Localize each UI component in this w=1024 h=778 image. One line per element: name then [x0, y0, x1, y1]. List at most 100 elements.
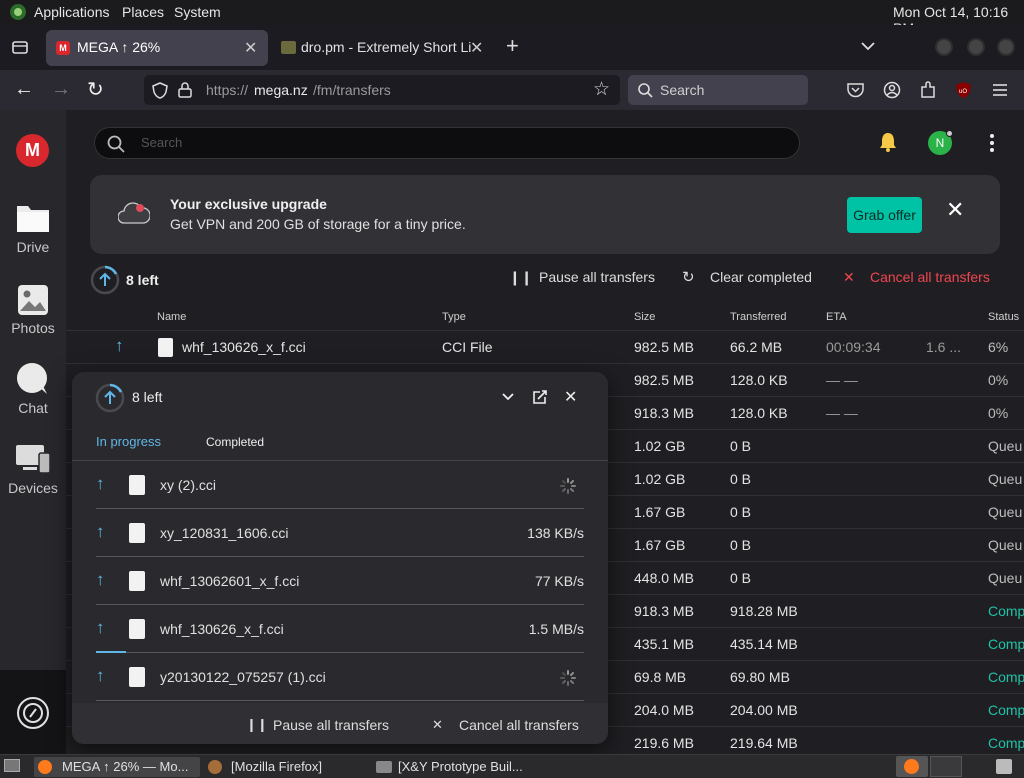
file-icon [129, 571, 145, 591]
tab-overview-icon[interactable] [11, 38, 29, 56]
avatar-initial: N [935, 136, 945, 150]
ublock-origin-icon[interactable]: uO [955, 81, 972, 99]
row-status: Comp [988, 702, 1024, 718]
open-transfers-page-icon[interactable] [532, 389, 548, 405]
file-icon [129, 523, 145, 543]
firefox-icon [208, 760, 222, 774]
upload-arrow-icon: ↑ [96, 474, 105, 493]
column-header-status[interactable]: Status [988, 311, 1019, 323]
grab-offer-button[interactable]: Grab offer [847, 197, 922, 233]
trash-icon[interactable] [996, 759, 1012, 774]
close-tab-icon[interactable]: ✕ [470, 38, 483, 58]
panel-transfer-item[interactable]: ↑ y20130122_075257 (1).cci [96, 653, 584, 701]
row-status: Queu [988, 438, 1023, 454]
shield-icon[interactable] [152, 82, 168, 99]
mega-search-placeholder: Search [141, 135, 183, 150]
sidebar-item-photos[interactable]: Photos [0, 284, 66, 344]
panel-transfer-item[interactable]: ↑ whf_130626_x_f.cci 1.5 MB/s [96, 605, 584, 653]
pause-all-label: Pause all transfers [539, 269, 655, 285]
lock-icon[interactable] [178, 82, 192, 98]
transfer-widget-button[interactable] [0, 670, 66, 754]
tab-mega[interactable]: M MEGA ↑ 26% ✕ [46, 30, 268, 66]
taskbar-item-folder[interactable]: [X&Y Prototype Buil... [372, 757, 542, 777]
panel-transfer-item[interactable]: ↑ xy (2).cci [96, 461, 584, 509]
forward-arrow-icon[interactable]: → [51, 78, 71, 101]
close-banner-icon[interactable]: ✕ [946, 197, 964, 223]
close-window-icon[interactable] [997, 38, 1015, 56]
taskbar-label: [Mozilla Firefox] [231, 759, 323, 774]
pocket-icon[interactable] [847, 82, 864, 98]
maximize-window-icon[interactable] [967, 38, 985, 56]
row-transferred: 204.00 MB [730, 702, 798, 718]
row-transferred: 69.80 MB [730, 669, 790, 685]
url-domain: mega.nz [254, 82, 308, 98]
sidebar-item-devices[interactable]: Devices [0, 443, 66, 503]
table-row[interactable]: ↑ whf_130626_x_f.cci CCI File 1.6 ... 982.5 … [66, 330, 1024, 363]
close-tab-icon[interactable]: ✕ [244, 38, 257, 58]
minimize-window-icon[interactable] [935, 38, 953, 56]
sidebar-item-drive[interactable]: Drive [0, 203, 66, 263]
panel-item-speed: 1.5 MB/s [528, 621, 584, 637]
column-header-name[interactable]: Name [157, 311, 186, 323]
loading-spinner-icon [560, 670, 576, 686]
mega-search-input[interactable]: Search [94, 127, 800, 159]
url-bar[interactable]: https:// mega.nz /fm/transfers ☆ [144, 75, 620, 105]
extensions-icon[interactable] [919, 81, 937, 99]
bottom-taskbar: MEGA ↑ 26% — Mo... [Mozilla Firefox] [X&… [0, 754, 1024, 778]
panel-item-filename: xy (2).cci [160, 477, 216, 493]
panel-item-speed: 138 KB/s [527, 525, 584, 541]
upload-arrow-icon: ↑ [96, 666, 105, 685]
file-icon [129, 619, 145, 639]
row-size: 435.1 MB [634, 636, 694, 652]
row-transferred: 435.14 MB [730, 636, 798, 652]
vpn-cloud-icon [118, 202, 150, 224]
row-transferred: 128.0 KB [730, 372, 788, 388]
workspace-2[interactable] [930, 756, 962, 777]
account-icon[interactable] [883, 81, 901, 99]
firefox-icon [38, 760, 52, 774]
reload-icon[interactable]: ↻ [87, 77, 104, 102]
taskbar-item-mega[interactable]: MEGA ↑ 26% — Mo... [34, 757, 200, 777]
hamburger-menu-icon[interactable] [992, 83, 1008, 97]
column-header-type[interactable]: Type [442, 311, 466, 323]
close-panel-icon[interactable]: ✕ [564, 387, 577, 407]
list-all-tabs-chevron-icon[interactable] [860, 41, 876, 51]
column-header-size[interactable]: Size [634, 311, 655, 323]
url-prefix: https:// [206, 82, 249, 98]
notification-bell-icon[interactable] [877, 131, 899, 153]
system-menu[interactable]: System [174, 4, 221, 20]
row-status: Comp [988, 603, 1024, 619]
new-tab-icon[interactable]: + [506, 33, 519, 59]
mega-favicon-icon: M [56, 41, 70, 55]
more-vertical-icon[interactable] [988, 133, 996, 153]
bookmark-star-icon[interactable]: ☆ [593, 78, 610, 101]
row-type: CCI File [442, 339, 493, 355]
firefox-icon [904, 759, 919, 774]
online-status-dot [946, 130, 953, 137]
gnome-foot-icon[interactable] [9, 3, 27, 21]
back-arrow-icon[interactable]: ← [14, 78, 34, 101]
column-header-eta[interactable]: ETA [826, 311, 847, 323]
tab-completed[interactable]: Completed [206, 435, 264, 449]
row-eta: 00:09:34 [826, 339, 881, 355]
places-menu[interactable]: Places [122, 4, 164, 20]
mega-sidebar: M Drive Photos Chat Devices [0, 110, 66, 754]
row-size: 219.6 MB [634, 735, 694, 751]
taskbar-label: MEGA ↑ 26% — Mo... [62, 759, 189, 774]
dro-favicon-icon [281, 41, 296, 54]
sidebar-item-chat[interactable]: Chat [0, 362, 66, 422]
browser-search-box[interactable]: Search [628, 75, 808, 105]
mega-logo-icon[interactable]: M [16, 134, 49, 167]
row-transferred: 0 B [730, 438, 752, 454]
taskbar-item-firefox[interactable]: [Mozilla Firefox] [205, 757, 365, 777]
upload-arrow-icon: ↑ [96, 618, 105, 637]
collapse-chevron-icon[interactable] [501, 392, 515, 402]
show-desktop-icon[interactable] [4, 759, 20, 772]
panel-transfer-item[interactable]: ↑ whf_13062601_x_f.cci 77 KB/s [96, 557, 584, 605]
column-header-transferred[interactable]: Transferred [730, 311, 786, 323]
row-size: 448.0 MB [634, 570, 694, 586]
applications-menu[interactable]: Applications [34, 4, 110, 20]
tab-dro[interactable]: dro.pm - Extremely Short Li ✕ [276, 30, 486, 66]
panel-transfer-item[interactable]: ↑ xy_120831_1606.cci 138 KB/s [96, 509, 584, 557]
tab-in-progress[interactable]: In progress [96, 434, 161, 449]
